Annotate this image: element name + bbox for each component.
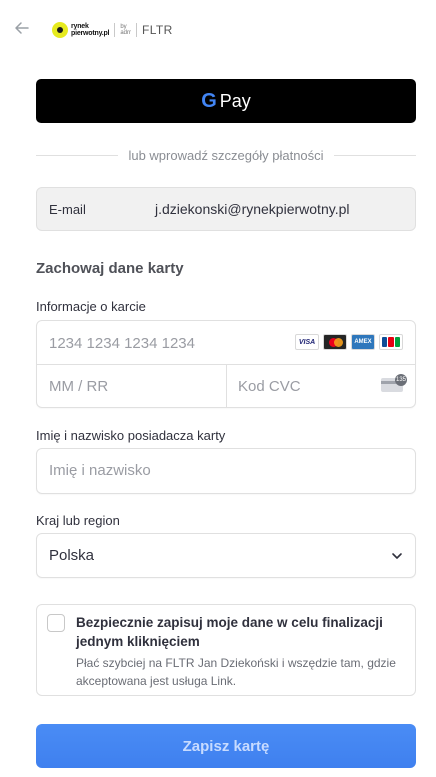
payment-divider: lub wprowadź szczegóły płatności [36, 146, 417, 164]
card-number-input[interactable]: 1234 1234 1234 1234 VISA AMEX [37, 321, 415, 365]
link-save-title: Bezpiecznie zapisuj moje dane w celu fin… [76, 615, 383, 649]
card-info-group: 1234 1234 1234 1234 VISA AMEX MM / RR Ko… [36, 320, 416, 408]
card-info-label: Informacje o karcie [36, 299, 146, 314]
mastercard-icon [323, 334, 347, 350]
link-save-box: Bezpiecznie zapisuj moje dane w celu fin… [36, 604, 416, 696]
country-value: Polska [49, 547, 95, 564]
cardholder-name-input[interactable]: Imię i nazwisko [36, 448, 416, 494]
chevron-down-icon [392, 553, 402, 559]
jcb-icon [379, 334, 403, 350]
back-button[interactable] [14, 20, 30, 36]
logo-by-line2: adrr [120, 30, 131, 36]
amex-icon: AMEX [351, 334, 375, 350]
country-select[interactable]: Polska [36, 533, 416, 578]
cardholder-label: Imię i nazwisko posiadacza karty [36, 428, 226, 443]
divider-text: lub wprowadź szczegóły płatności [128, 147, 324, 163]
email-value: j.dziekonski@rynekpierwotny.pl [155, 201, 350, 217]
visa-icon: VISA [295, 334, 319, 350]
logo-mark-icon [52, 22, 68, 38]
save-info-checkbox[interactable] [47, 614, 65, 632]
section-title: Zachowaj dane karty [36, 260, 184, 277]
cvc-input[interactable]: Kod CVC 135 [227, 365, 415, 407]
merchant-logo: rynek pierwotny.pl by adrr FLTR [52, 20, 173, 40]
logo-text-line1: rynek [71, 23, 89, 30]
brand-name: FLTR [141, 23, 173, 37]
google-g-icon: G [201, 89, 217, 112]
expiry-input[interactable]: MM / RR [37, 365, 226, 407]
card-brands: VISA AMEX [295, 334, 403, 350]
card-number-placeholder: 1234 1234 1234 1234 [49, 335, 195, 352]
link-save-description: Płać szybciej na FLTR Jan Dziekoński i w… [76, 656, 396, 688]
logo-separator [114, 23, 116, 37]
save-card-button[interactable]: Zapisz kartę [36, 724, 416, 768]
arrow-left-icon [15, 22, 29, 34]
cardholder-name-placeholder: Imię i nazwisko [49, 462, 151, 479]
cvc-card-icon: 135 [381, 374, 407, 392]
country-label: Kraj lub region [36, 513, 120, 528]
cvc-placeholder: Kod CVC [238, 378, 301, 395]
google-pay-button[interactable]: G Pay [36, 79, 416, 123]
email-label: E-mail [49, 201, 86, 217]
logo-text-line2: pierwotny.pl [71, 30, 110, 37]
email-field[interactable]: E-mail j.dziekonski@rynekpierwotny.pl [36, 187, 416, 231]
google-pay-label: Pay [219, 90, 251, 111]
expiry-placeholder: MM / RR [49, 378, 109, 395]
cvc-badge: 135 [395, 374, 407, 386]
